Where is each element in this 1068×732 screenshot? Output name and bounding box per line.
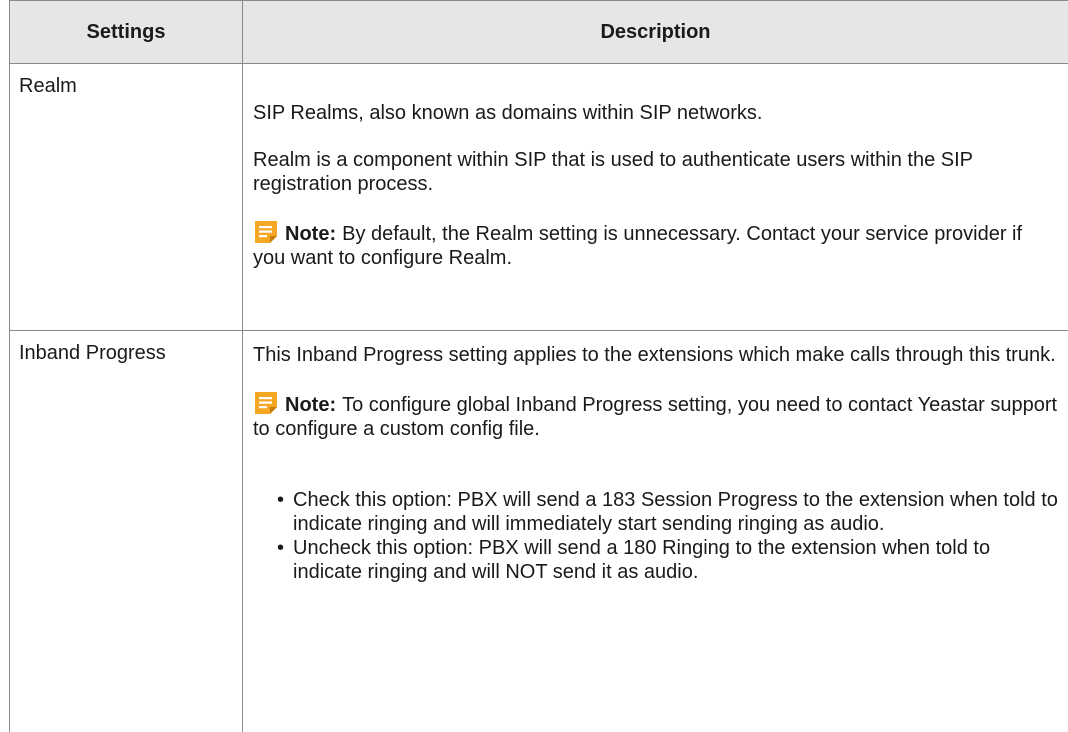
table-header-row: Settings Description — [10, 1, 1068, 64]
setting-cell: Realm — [10, 64, 243, 331]
table-row: Inband Progress This Inband Progress set… — [10, 331, 1068, 732]
description-cell: This Inband Progress setting applies to … — [243, 331, 1068, 732]
list-item: Uncheck this option: PBX will send a 180… — [277, 536, 1058, 584]
header-settings: Settings — [10, 1, 243, 64]
note-icon — [253, 390, 279, 416]
options-list: Check this option: PBX will send a 183 S… — [253, 464, 1058, 584]
description-cell: SIP Realms, also known as domains within… — [243, 64, 1068, 331]
note-icon — [253, 219, 279, 245]
note-label: Note: — [285, 394, 336, 416]
settings-table: Settings Description Realm SIP Realms, a… — [9, 0, 1068, 732]
note-block: Note:To configure global Inband Progress… — [253, 390, 1058, 441]
setting-cell: Inband Progress — [10, 331, 243, 732]
description-paragraph: Realm is a component within SIP that is … — [253, 148, 1058, 196]
list-item: Check this option: PBX will send a 183 S… — [277, 488, 1058, 536]
description-paragraph: This Inband Progress setting applies to … — [253, 343, 1058, 367]
note-label: Note: — [285, 223, 336, 245]
note-text: By default, the Realm setting is unneces… — [253, 223, 1022, 269]
setting-name: Inband Progress — [10, 331, 242, 365]
setting-name: Realm — [10, 64, 242, 98]
table-row: Realm SIP Realms, also known as domains … — [10, 64, 1068, 331]
note-block: Note:By default, the Realm setting is un… — [253, 219, 1058, 270]
header-description: Description — [243, 1, 1068, 64]
description-paragraph: SIP Realms, also known as domains within… — [253, 101, 1058, 125]
note-text: To configure global Inband Progress sett… — [253, 394, 1057, 440]
